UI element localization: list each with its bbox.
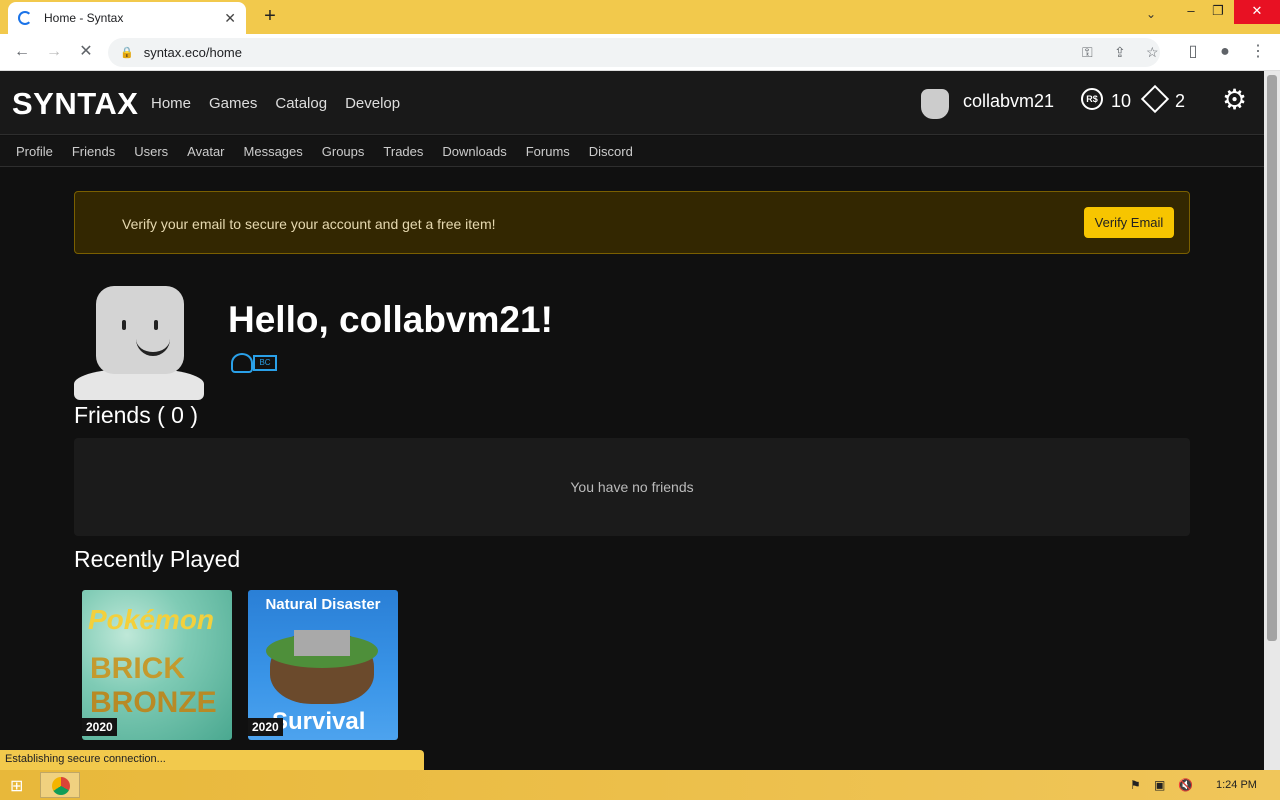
taskbar-chrome-button[interactable] — [40, 772, 80, 798]
browser-menu-icon[interactable]: ⋮ — [1247, 41, 1269, 63]
verify-email-button[interactable]: Verify Email — [1084, 207, 1174, 238]
subnav-downloads[interactable]: Downloads — [442, 144, 506, 159]
chrome-icon — [52, 777, 70, 795]
avatar-left-eye — [122, 320, 126, 330]
site-logo[interactable]: SYNTAX — [12, 86, 138, 122]
address-bar[interactable]: 🔒 syntax.eco/home — [108, 38, 1160, 67]
subnav-profile[interactable]: Profile — [16, 144, 53, 159]
avatar-head — [96, 286, 184, 374]
game-logo-text: Pokémon — [88, 604, 215, 635]
stop-loading-icon[interactable]: ✕ — [75, 41, 97, 63]
browser-status-bar: Establishing secure connection... — [0, 750, 424, 770]
header-avatar[interactable] — [921, 89, 949, 119]
site-header: SYNTAX Home Games Catalog Develop collab… — [0, 71, 1264, 135]
window-close-button[interactable]: ✕ — [1234, 0, 1280, 24]
avatar-smile — [136, 338, 170, 356]
loading-spinner-icon — [18, 11, 32, 25]
back-arrow-icon[interactable]: ← — [11, 41, 33, 63]
sub-nav: Profile Friends Users Avatar Messages Gr… — [0, 136, 1264, 167]
friends-heading: Friends ( 0 ) — [74, 402, 198, 428]
minimize-button[interactable]: – — [1176, 0, 1206, 24]
game-logo-text: Natural Disaster — [265, 596, 381, 613]
windows-start-icon[interactable]: ⊞ — [10, 776, 23, 796]
island-city — [294, 630, 350, 656]
password-key-icon[interactable]: ⚿ — [1082, 38, 1093, 67]
page-scrollbar[interactable] — [1264, 71, 1280, 770]
bookmark-star-icon[interactable]: ☆ — [1146, 38, 1159, 67]
forward-arrow-icon[interactable]: → — [43, 41, 65, 63]
tab-title: Home - Syntax — [44, 11, 124, 25]
avatar-right-eye — [154, 320, 158, 330]
builders-club-hat-icon — [231, 353, 253, 373]
browser-tab[interactable]: Home - Syntax ✕ — [8, 2, 246, 34]
nav-home[interactable]: Home — [151, 95, 191, 112]
main-nav: Home Games Catalog Develop — [151, 95, 400, 112]
ticket-balance[interactable]: 2 — [1175, 91, 1185, 112]
user-avatar[interactable] — [74, 280, 204, 400]
robux-icon: R$ — [1081, 88, 1103, 110]
recently-played-heading: Recently Played — [74, 546, 241, 572]
browser-tab-strip: Home - Syntax ✕ + ⌄ – ❐ ✕ — [0, 0, 1280, 34]
browser-toolbar: ← → ✕ 🔒 syntax.eco/home ⚿ ⇪ ☆ ▯ ● ⋮ — [0, 34, 1280, 71]
friends-empty-text: You have no friends — [570, 479, 694, 495]
robux-balance[interactable]: 10 — [1111, 91, 1131, 112]
subnav-trades[interactable]: Trades — [383, 144, 423, 159]
ticket-icon — [1140, 84, 1170, 114]
restore-button[interactable]: ❐ — [1206, 0, 1230, 24]
friends-panel: You have no friends — [74, 438, 1190, 536]
builders-club-badge: BC — [253, 355, 277, 371]
game-year-tag: 2020 — [82, 718, 117, 736]
subnav-groups[interactable]: Groups — [322, 144, 365, 159]
subnav-friends[interactable]: Friends — [72, 144, 115, 159]
subnav-forums[interactable]: Forums — [526, 144, 570, 159]
settings-gear-icon[interactable]: ⚙ — [1222, 83, 1247, 116]
greeting-heading: Hello, collabvm21! — [228, 299, 553, 340]
nav-catalog[interactable]: Catalog — [275, 95, 327, 112]
network-icon[interactable]: ▣ — [1154, 778, 1165, 792]
alert-text: Verify your email to secure your account… — [122, 216, 496, 232]
side-panel-icon[interactable]: ▯ — [1182, 41, 1204, 63]
url-text: syntax.eco/home — [143, 45, 242, 60]
game-card[interactable]: Pokémon BRICK BRONZE 2020 — [82, 590, 232, 740]
profile-icon[interactable]: ● — [1214, 41, 1236, 63]
volume-muted-icon[interactable]: 🔇 — [1178, 778, 1193, 792]
tab-search-chevron-icon[interactable]: ⌄ — [1146, 7, 1156, 21]
share-icon[interactable]: ⇪ — [1114, 38, 1126, 67]
lock-icon[interactable]: 🔒 — [120, 46, 134, 59]
subnav-users[interactable]: Users — [134, 144, 168, 159]
page-content: Verify your email to secure your account… — [0, 167, 1264, 770]
nav-develop[interactable]: Develop — [345, 95, 400, 112]
verify-email-alert: Verify your email to secure your account… — [74, 191, 1190, 254]
subnav-avatar[interactable]: Avatar — [187, 144, 224, 159]
game-logo-text: BRICK — [90, 652, 185, 685]
subnav-discord[interactable]: Discord — [589, 144, 633, 159]
flag-icon[interactable]: ⚑ — [1130, 778, 1141, 792]
nav-games[interactable]: Games — [209, 95, 257, 112]
header-username[interactable]: collabvm21 — [963, 91, 1054, 112]
subnav-messages[interactable]: Messages — [244, 144, 303, 159]
tab-close-icon[interactable]: ✕ — [224, 10, 236, 27]
game-logo-text: Survival — [272, 708, 366, 735]
new-tab-button[interactable]: + — [258, 5, 282, 29]
scrollbar-thumb[interactable] — [1267, 75, 1277, 641]
game-logo-text: BRONZE — [90, 686, 217, 719]
game-year-tag: 2020 — [248, 718, 283, 736]
game-card[interactable]: Natural Disaster Survival 2020 — [248, 590, 398, 740]
taskbar-clock[interactable]: 1:24 PM — [1216, 779, 1257, 791]
taskbar: ⊞ ⚑ ▣ 🔇 1:24 PM — [0, 770, 1280, 800]
